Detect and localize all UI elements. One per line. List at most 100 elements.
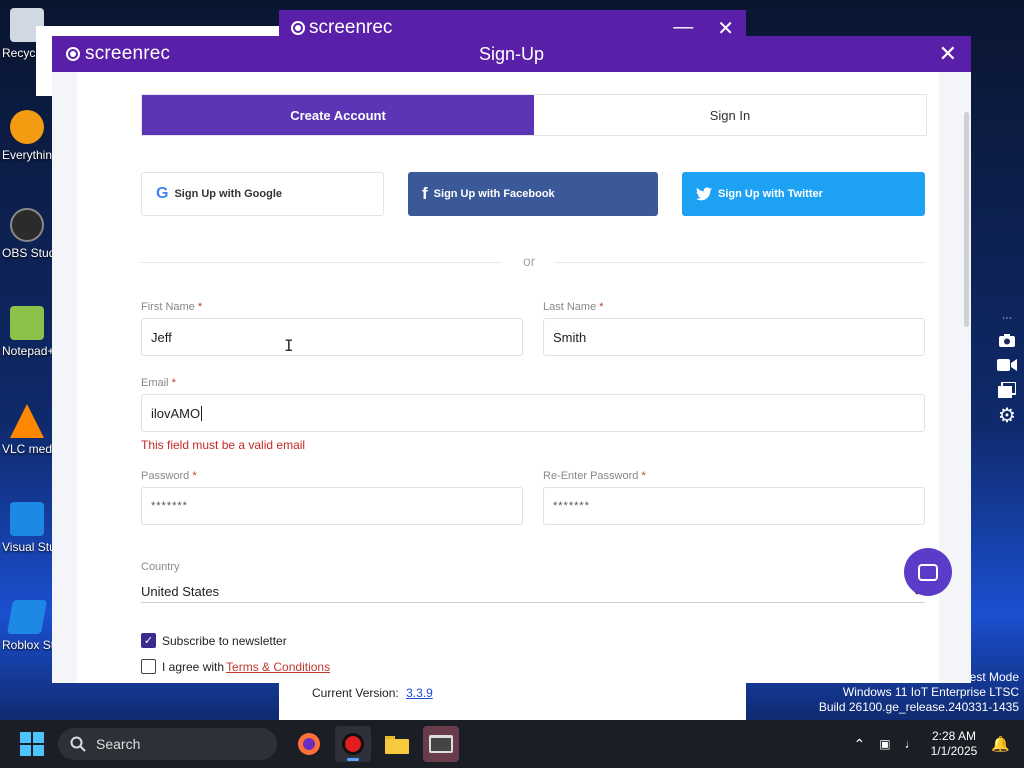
signup-titlebar: screenrec Sign-Up ✕ — [52, 36, 971, 72]
first-name-label-text: First Name — [141, 301, 195, 313]
firefox-taskbar-icon[interactable] — [291, 726, 327, 762]
password-value: ******* — [151, 500, 188, 512]
screenrec-logo: screenrec — [66, 43, 170, 65]
camera-icon[interactable] — [997, 332, 1017, 348]
screenrec-taskbar-icon[interactable] — [335, 726, 371, 762]
gallery-icon[interactable] — [997, 382, 1017, 398]
version-link[interactable]: 3.3.9 — [406, 686, 433, 700]
first-name-field[interactable]: Jeff — [141, 318, 523, 356]
country-label: Country — [141, 561, 180, 573]
screenrec-side-toolbar: ⋯ ⚙ — [994, 313, 1020, 427]
desktop-icon-label: Visual Studio Code — [2, 540, 52, 554]
text-cursor-icon: I — [284, 336, 294, 355]
search-icon — [70, 736, 86, 752]
facebook-signup-label: Sign Up with Facebook — [433, 188, 555, 200]
everything-icon — [10, 110, 44, 144]
required-marker: * — [641, 470, 646, 482]
email-label: Email * — [141, 377, 176, 389]
desktop-icon-vscode[interactable]: Visual Studio Code — [2, 502, 52, 554]
desktop-icon-obs[interactable]: OBS Studio — [2, 208, 52, 260]
country-value: United States — [141, 583, 220, 599]
country-select[interactable]: United States — [141, 580, 925, 603]
divider-right — [555, 262, 925, 263]
last-name-label: Last Name * — [543, 301, 604, 313]
reenter-password-value: ******* — [553, 500, 590, 512]
reenter-password-field[interactable]: ******* — [543, 487, 925, 525]
gear-icon[interactable]: ⚙ — [997, 405, 1017, 427]
last-name-field[interactable]: Smith — [543, 318, 925, 356]
twitter-signup-label: Sign Up with Twitter — [718, 188, 823, 200]
email-error: This field must be a valid email — [141, 438, 306, 452]
screenrec-logo-icon — [291, 21, 305, 35]
more-icon[interactable]: ⋯ — [997, 313, 1017, 324]
first-name-label: First Name * — [141, 301, 202, 313]
watermark-line-1: est Mode — [969, 670, 1019, 684]
clock-date: 1/1/2025 — [930, 744, 978, 758]
password-label-text: Password — [141, 470, 190, 482]
desktop-icon-label: VLC media player — [2, 442, 52, 456]
desktop-icon-label: Notepad++ — [2, 344, 52, 358]
text-caret — [201, 405, 203, 421]
chevron-up-icon[interactable]: ⌃ — [854, 736, 866, 753]
twitter-signup-button[interactable]: Sign Up with Twitter — [682, 172, 925, 216]
taskbar-search[interactable]: Search — [58, 728, 277, 760]
last-name-label-text: Last Name — [543, 301, 597, 313]
watermark-line-3: Build 26100.ge_release.240331-1435 — [818, 700, 1019, 714]
desktop-icon-roblox-studio[interactable]: Roblox Studio — [2, 600, 52, 652]
password-field[interactable]: ******* — [141, 487, 523, 525]
newsletter-label: Subscribe to newsletter — [162, 633, 287, 648]
notification-bell-icon[interactable]: 🔔 — [991, 735, 1010, 753]
terms-label: I agree with — [162, 659, 225, 674]
google-icon: G — [156, 185, 169, 202]
network-icon[interactable]: ▣ — [879, 737, 890, 751]
required-marker: * — [599, 301, 604, 313]
scrollbar[interactable] — [964, 112, 969, 327]
last-name-value: Smith — [553, 329, 587, 345]
desktop-icon-label: OBS Studio — [2, 246, 52, 260]
volume-icon[interactable]: ♩ — [905, 737, 917, 751]
newsletter-checkbox[interactable]: ✓ — [141, 633, 156, 648]
facebook-icon: f — [422, 184, 428, 203]
desktop-icon-vlc[interactable]: VLC media player — [2, 404, 52, 456]
chat-support-button[interactable] — [904, 548, 952, 596]
required-marker: * — [171, 377, 176, 389]
chat-icon — [918, 563, 938, 581]
search-placeholder: Search — [96, 736, 141, 752]
desktop-icon-everything[interactable]: Everything — [2, 110, 52, 162]
vlc-icon — [10, 404, 44, 438]
system-tray: ⌃ ▣ ♩ 2:28 AM 1/1/2025 🔔 — [854, 729, 1024, 759]
app-taskbar-icon[interactable] — [423, 726, 459, 762]
tab-sign-in[interactable]: Sign In — [534, 95, 926, 135]
clock-time: 2:28 AM — [931, 729, 976, 743]
password-label: Password * — [141, 470, 197, 482]
desktop-icon-label: Roblox Studio — [2, 638, 52, 652]
screenrec-logo-icon — [66, 47, 80, 61]
newsletter-row: ✓ Subscribe to newsletter — [141, 633, 287, 648]
facebook-signup-button[interactable]: f Sign Up with Facebook — [408, 172, 658, 216]
close-icon[interactable]: ✕ — [939, 41, 957, 67]
terms-checkbox[interactable] — [141, 659, 156, 674]
tab-create-account[interactable]: Create Account — [142, 95, 534, 135]
watermark-line-2: Windows 11 IoT Enterprise LTSC — [842, 685, 1019, 699]
first-name-value: Jeff — [151, 329, 172, 345]
required-marker: * — [197, 301, 203, 313]
google-signup-label: Sign Up with Google — [174, 188, 282, 200]
windows-start-icon[interactable] — [20, 732, 44, 756]
twitter-icon — [696, 187, 712, 201]
taskbar: Search ⌃ ▣ ♩ 2:28 AM 1/1/2025 🔔 — [0, 720, 1024, 768]
video-camera-icon[interactable] — [997, 357, 1017, 373]
divider-left — [141, 262, 501, 263]
auth-tabs: Create Account Sign In — [141, 94, 927, 136]
obs-icon — [10, 208, 44, 242]
version-footer: Current Version: 3.3.9 — [279, 680, 746, 720]
terms-conditions-link[interactable]: Terms & Conditions — [226, 660, 330, 674]
desktop-icon-notepadpp[interactable]: Notepad++ — [2, 306, 52, 358]
taskbar-clock[interactable]: 2:28 AM 1/1/2025 — [931, 729, 978, 759]
google-signup-button[interactable]: G Sign Up with Google — [141, 172, 384, 216]
desktop-icon-label: Everything — [2, 148, 52, 162]
reenter-password-label-text: Re-Enter Password — [543, 470, 639, 482]
window-title: Sign-Up — [478, 43, 545, 64]
file-explorer-taskbar-icon[interactable] — [379, 726, 415, 762]
email-field[interactable]: ilovAMO — [141, 394, 925, 432]
windows-watermark: est Mode Windows 11 IoT Enterprise LTSC … — [819, 670, 1019, 715]
